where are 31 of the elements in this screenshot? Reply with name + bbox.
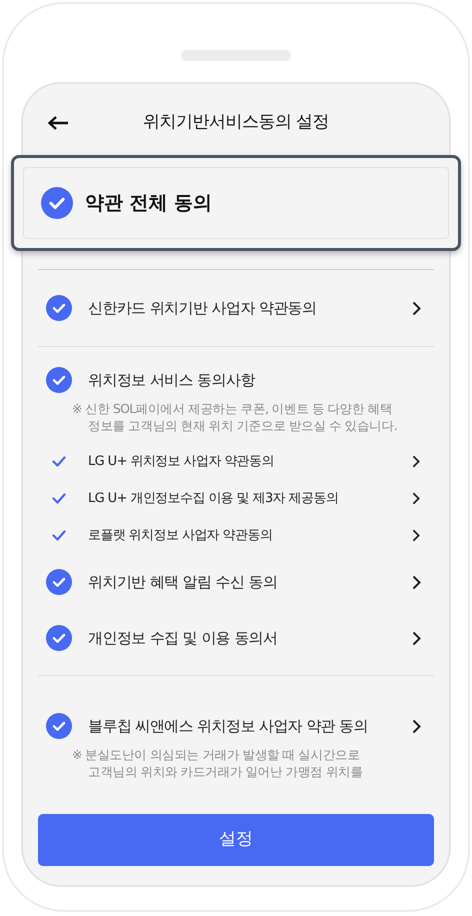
check-circle-icon[interactable] (46, 295, 72, 321)
chevron-right-icon[interactable] (412, 529, 420, 542)
chevron-right-icon[interactable] (412, 718, 421, 734)
agree-all-checkbox[interactable]: 약관 전체 동의 (23, 167, 449, 239)
check-circle-icon[interactable] (46, 367, 72, 393)
check-circle-icon[interactable] (46, 569, 72, 595)
chevron-right-icon[interactable] (412, 492, 420, 505)
chevron-right-icon[interactable] (412, 300, 421, 316)
notice-text: ※ 분실도난이 의심되는 거래가 발생할 때 실시간으로 고객님의 위치와 카드거래가 일어난 가맹점 위치를 (72, 746, 363, 780)
chevron-right-icon[interactable] (412, 574, 421, 590)
chevron-right-icon[interactable] (412, 455, 420, 468)
check-circle-icon[interactable] (41, 187, 73, 219)
agreement-label[interactable]: 로플랫 위치정보 사업자 약관동의 (88, 526, 272, 546)
chevron-right-icon[interactable] (412, 630, 421, 646)
page-title: 위치기반서비스동의 설정 (142, 110, 330, 134)
check-icon[interactable] (52, 456, 66, 467)
agreement-label[interactable]: 위치기반 혜택 알림 수신 동의 (88, 569, 370, 595)
notice-text: ※ 신한 SOL페이에서 제공하는 쿠폰, 이벤트 등 다양한 혜택 정보를 고객님의 현재 위치 기준으로 받으실 수 있습니다. (72, 400, 398, 434)
agree-all-label: 약관 전체 동의 (85, 190, 212, 216)
agreement-label[interactable]: LG U+ 개인정보수집 이용 및 제3자 제공동의 (88, 488, 338, 508)
check-icon[interactable] (52, 530, 66, 541)
agreement-label[interactable]: 개인정보 수집 및 이용 동의서 (88, 625, 370, 651)
agreement-label[interactable]: 신한카드 위치기반 사업자 약관동의 (88, 295, 370, 321)
check-icon[interactable] (52, 493, 66, 504)
agreement-label[interactable]: 블루칩 씨앤에스 위치정보 사업자 약관 동의 (88, 713, 370, 739)
agreement-label[interactable]: LG U+ 위치정보 사업자 약관동의 (88, 452, 274, 472)
check-circle-icon[interactable] (46, 625, 72, 651)
check-circle-icon[interactable] (46, 713, 72, 739)
agreement-label[interactable]: 위치정보 서비스 동의사항 (88, 367, 370, 393)
submit-button[interactable]: 설정 (38, 814, 434, 866)
back-arrow-icon[interactable] (47, 114, 69, 130)
